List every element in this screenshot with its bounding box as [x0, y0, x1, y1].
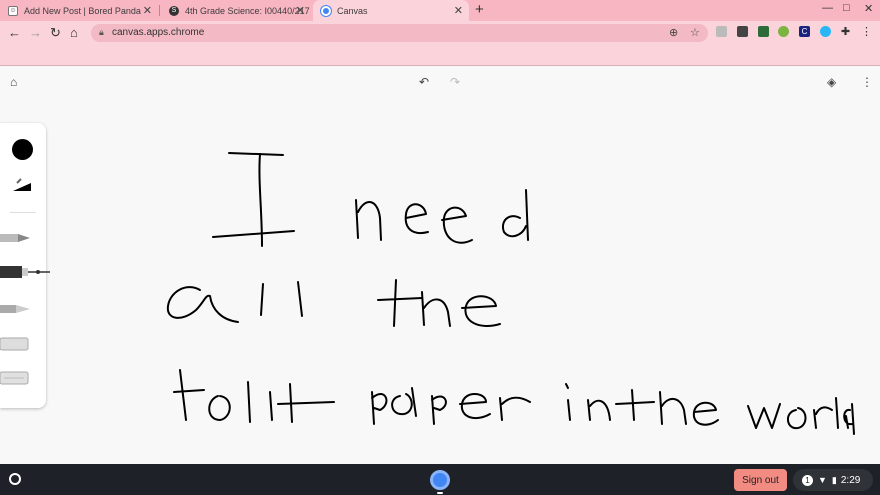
new-tab-icon[interactable]: +	[475, 1, 484, 18]
calculator-ext-icon[interactable]	[737, 26, 748, 37]
address-bar[interactable]: 🔒︎ canvas.apps.chrome ⊕ ☆	[91, 24, 708, 42]
ink-stroke	[269, 391, 273, 421]
ink-stroke	[166, 286, 239, 323]
pencil-tool[interactable]	[0, 302, 32, 316]
notification-badge: 1	[802, 474, 813, 486]
ink-stroke	[355, 199, 382, 241]
ink-stroke	[258, 153, 263, 247]
ink-stroke	[371, 391, 388, 425]
brush-size-icon[interactable]	[12, 177, 32, 193]
divider	[10, 212, 36, 213]
ink-stroke	[459, 393, 491, 420]
browser-band	[0, 45, 880, 66]
maximize-icon[interactable]: □	[843, 2, 850, 14]
ink-stroke	[692, 401, 719, 426]
back-icon[interactable]: ←	[8, 25, 21, 40]
close-icon[interactable]: ✕	[143, 4, 152, 17]
tab-strip: ☺ Add New Post | Bored Panda ✕ S 4th Gra…	[0, 0, 880, 21]
close-icon[interactable]: ✕	[296, 4, 305, 17]
ink-stroke	[173, 369, 205, 421]
marker-tool[interactable]	[0, 265, 52, 279]
launcher-icon[interactable]	[9, 473, 21, 485]
bookmark-star-icon[interactable]: ☆	[690, 26, 700, 39]
schoology-icon: S	[169, 5, 179, 16]
ink-stroke	[461, 295, 501, 327]
ink-stroke	[441, 206, 473, 244]
ink-stroke	[297, 281, 303, 317]
canvas-app[interactable]: ⌂ ↶ ↷ ◈ ⋮	[0, 66, 880, 464]
globe-ext-icon[interactable]	[820, 26, 831, 37]
eraser-tool[interactable]	[0, 371, 30, 385]
tab-bored-panda[interactable]: ☺ Add New Post | Bored Panda ✕	[0, 0, 158, 21]
ink-stroke	[228, 152, 284, 156]
clock: 2:29	[840, 474, 861, 486]
tab-title: 4th Grade Science: I00440/217	[185, 5, 310, 16]
chrome-icon[interactable]	[430, 470, 450, 490]
ink-stroke	[212, 230, 295, 238]
running-indicator	[437, 492, 443, 494]
leaf-ext-icon[interactable]	[778, 26, 789, 37]
highlighter-tool[interactable]	[0, 337, 30, 351]
home-icon[interactable]: ⌂	[70, 25, 78, 40]
lock-icon: 🔒︎	[99, 27, 104, 37]
url-text: canvas.apps.chrome	[112, 27, 205, 38]
c-ext-icon[interactable]: C	[799, 26, 810, 37]
close-window-icon[interactable]: ✕	[864, 2, 873, 15]
ink-stroke	[843, 403, 855, 435]
ink-stroke	[499, 396, 531, 421]
ink-stroke	[659, 391, 687, 425]
ink-stroke	[587, 399, 611, 421]
tab-divider	[159, 5, 160, 16]
ink-stroke	[615, 389, 655, 421]
tab-title: Canvas	[337, 5, 368, 16]
wifi-icon: ▼	[818, 475, 827, 485]
minimize-icon[interactable]: —	[822, 2, 833, 14]
ink-stroke	[391, 387, 417, 417]
ink-stroke	[502, 189, 529, 241]
pen-tool[interactable]	[0, 231, 32, 243]
browser-toolbar: ← → ↻ ⌂ 🔒︎ canvas.apps.chrome ⊕ ☆ C ✚ ⋮	[0, 21, 880, 45]
ink-stroke	[813, 406, 833, 429]
ink-stroke	[747, 403, 781, 429]
ink-stroke	[377, 279, 423, 327]
ink-stroke	[208, 395, 231, 421]
ink-stroke	[421, 291, 451, 327]
ink-stroke	[404, 203, 429, 234]
ink-stroke	[565, 383, 571, 421]
ink-stroke	[787, 407, 807, 430]
install-icon[interactable]: ⊕	[669, 26, 678, 39]
shelf: Sign out 1 ▼ ▮ 2:29	[0, 464, 880, 495]
close-icon[interactable]: ✕	[454, 4, 463, 17]
notes-ext-icon[interactable]	[758, 26, 769, 37]
ink-stroke	[431, 395, 447, 425]
ink-stroke	[247, 381, 251, 423]
drawing-canvas[interactable]	[0, 66, 880, 464]
tool-palette	[0, 123, 50, 408]
color-swatch[interactable]	[12, 139, 33, 160]
sign-out-button[interactable]: Sign out	[734, 469, 787, 491]
canvas-icon	[321, 5, 331, 16]
battery-icon: ▮	[831, 474, 837, 485]
bored-panda-icon: ☺	[8, 5, 18, 16]
tab-canvas[interactable]: Canvas ✕	[313, 0, 469, 21]
reload-icon[interactable]: ↻	[50, 25, 61, 41]
ink-stroke	[277, 383, 335, 423]
puzzle-icon[interactable]: ✚	[840, 26, 851, 38]
menu-icon[interactable]: ⋮	[861, 26, 872, 38]
tab-4th-grade-science[interactable]: S 4th Grade Science: I00440/217 ✕	[161, 0, 311, 21]
ink-stroke	[260, 283, 264, 316]
forward-icon[interactable]: →	[29, 25, 42, 40]
ink-stroke	[835, 397, 839, 429]
calendar-ext-icon[interactable]	[716, 26, 727, 37]
status-tray[interactable]: 1 ▼ ▮ 2:29	[793, 469, 873, 491]
tab-title: Add New Post | Bored Panda	[24, 5, 141, 16]
